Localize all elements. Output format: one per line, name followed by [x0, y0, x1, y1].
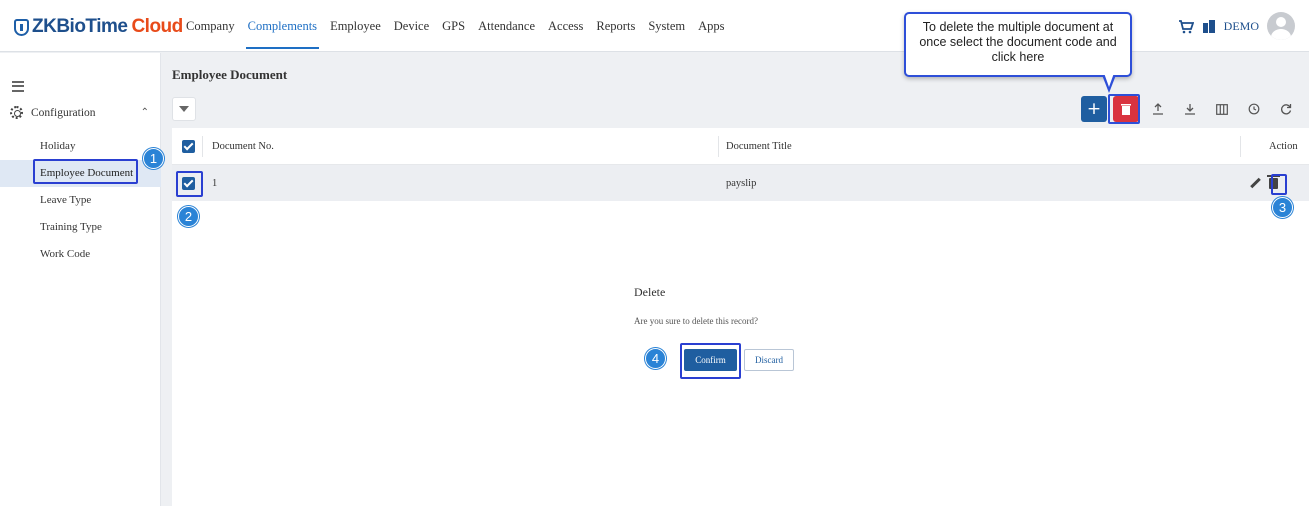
column-divider	[1240, 136, 1241, 157]
nav-gps[interactable]: GPS	[442, 19, 465, 34]
step-badge-1: 1	[143, 148, 164, 169]
user-name[interactable]: DEMO	[1224, 19, 1259, 34]
header-action: Action	[1269, 140, 1298, 152]
select-all-checkbox[interactable]	[182, 139, 195, 153]
columns-button[interactable]	[1209, 96, 1235, 122]
dialog-title: Delete	[634, 285, 666, 299]
gear-icon	[10, 106, 23, 119]
edit-icon[interactable]	[1250, 178, 1261, 189]
sidebar-item-holiday[interactable]: Holiday	[0, 133, 161, 160]
table-row[interactable]: 1 payslip	[172, 165, 1309, 201]
header-right: DEMO	[1178, 12, 1295, 40]
highlight-box-row-delete	[1271, 174, 1287, 195]
nav-company[interactable]: Company	[186, 19, 235, 34]
sidebar-subitems: Holiday Employee Document Leave Type Tra…	[0, 133, 161, 268]
columns-icon	[1216, 103, 1228, 115]
step-badge-4: 4	[645, 348, 666, 369]
column-divider	[718, 136, 719, 157]
page-title: Employee Document	[172, 67, 288, 82]
select-all-cell	[182, 128, 195, 164]
sidebar-section-configuration[interactable]: Configuration ⌃	[10, 106, 155, 119]
cart-icon[interactable]	[1178, 19, 1194, 34]
table-panel: Document No. Document Title Action 1 pay…	[172, 128, 1309, 506]
logo-text: ZKBioTime	[32, 16, 128, 37]
nav-device[interactable]: Device	[394, 19, 429, 34]
column-divider	[202, 136, 203, 157]
sidebar-item-work-code[interactable]: Work Code	[0, 241, 161, 268]
logo-cloud-text: Cloud	[131, 16, 183, 37]
filter-icon	[179, 106, 189, 112]
nav-system[interactable]: System	[648, 19, 685, 34]
highlight-box-delete-selected	[1108, 94, 1140, 124]
export-button[interactable]	[1177, 96, 1203, 122]
upload-icon	[1153, 103, 1163, 115]
menu-collapse-icon[interactable]	[12, 81, 24, 92]
nav-complements[interactable]: Complements	[245, 19, 320, 49]
filter-button[interactable]	[172, 97, 196, 121]
chevron-up-icon: ⌃	[140, 107, 149, 118]
highlight-box-row-checkbox	[176, 171, 203, 197]
discard-button[interactable]: Discard	[744, 349, 794, 371]
history-icon	[1248, 103, 1260, 115]
import-button[interactable]	[1145, 96, 1171, 122]
company-building-icon	[1202, 20, 1215, 33]
nav-employee[interactable]: Employee	[330, 19, 381, 34]
nav-access[interactable]: Access	[548, 19, 583, 34]
refresh-icon	[1281, 104, 1292, 115]
sidebar: Configuration ⌃ Holiday Employee Documen…	[0, 53, 161, 506]
row-document-title: payslip	[726, 177, 757, 189]
row-document-no: 1	[212, 177, 218, 189]
main-nav: Company Complements Employee Device GPS …	[186, 19, 738, 49]
highlight-box-sidebar-item	[33, 159, 138, 184]
avatar[interactable]	[1267, 12, 1295, 40]
callout-pointer-inner	[1104, 73, 1114, 87]
history-button[interactable]	[1241, 96, 1267, 122]
table-header: Document No. Document Title Action	[172, 128, 1309, 165]
dialog-message: Are you sure to delete this record?	[634, 316, 758, 326]
step-badge-3: 3	[1272, 197, 1293, 218]
highlight-box-confirm	[680, 343, 741, 379]
header-document-no[interactable]: Document No.	[212, 128, 274, 164]
shield-logo-icon	[14, 18, 29, 36]
refresh-button[interactable]	[1273, 96, 1299, 122]
step-badge-2: 2	[178, 206, 199, 227]
nav-reports[interactable]: Reports	[596, 19, 635, 34]
sidebar-section-label: Configuration	[31, 106, 96, 119]
instruction-callout: To delete the multiple document at once …	[904, 12, 1132, 93]
header-document-title[interactable]: Document Title	[726, 128, 792, 164]
nav-attendance[interactable]: Attendance	[478, 19, 535, 34]
app-logo[interactable]: ZKBioTime Cloud	[14, 16, 183, 38]
add-button[interactable]: +	[1081, 96, 1107, 122]
nav-apps[interactable]: Apps	[698, 19, 724, 34]
download-icon	[1185, 104, 1195, 115]
callout-text: To delete the multiple document at once …	[919, 20, 1117, 64]
sidebar-item-training-type[interactable]: Training Type	[0, 214, 161, 241]
sidebar-item-leave-type[interactable]: Leave Type	[0, 187, 161, 214]
